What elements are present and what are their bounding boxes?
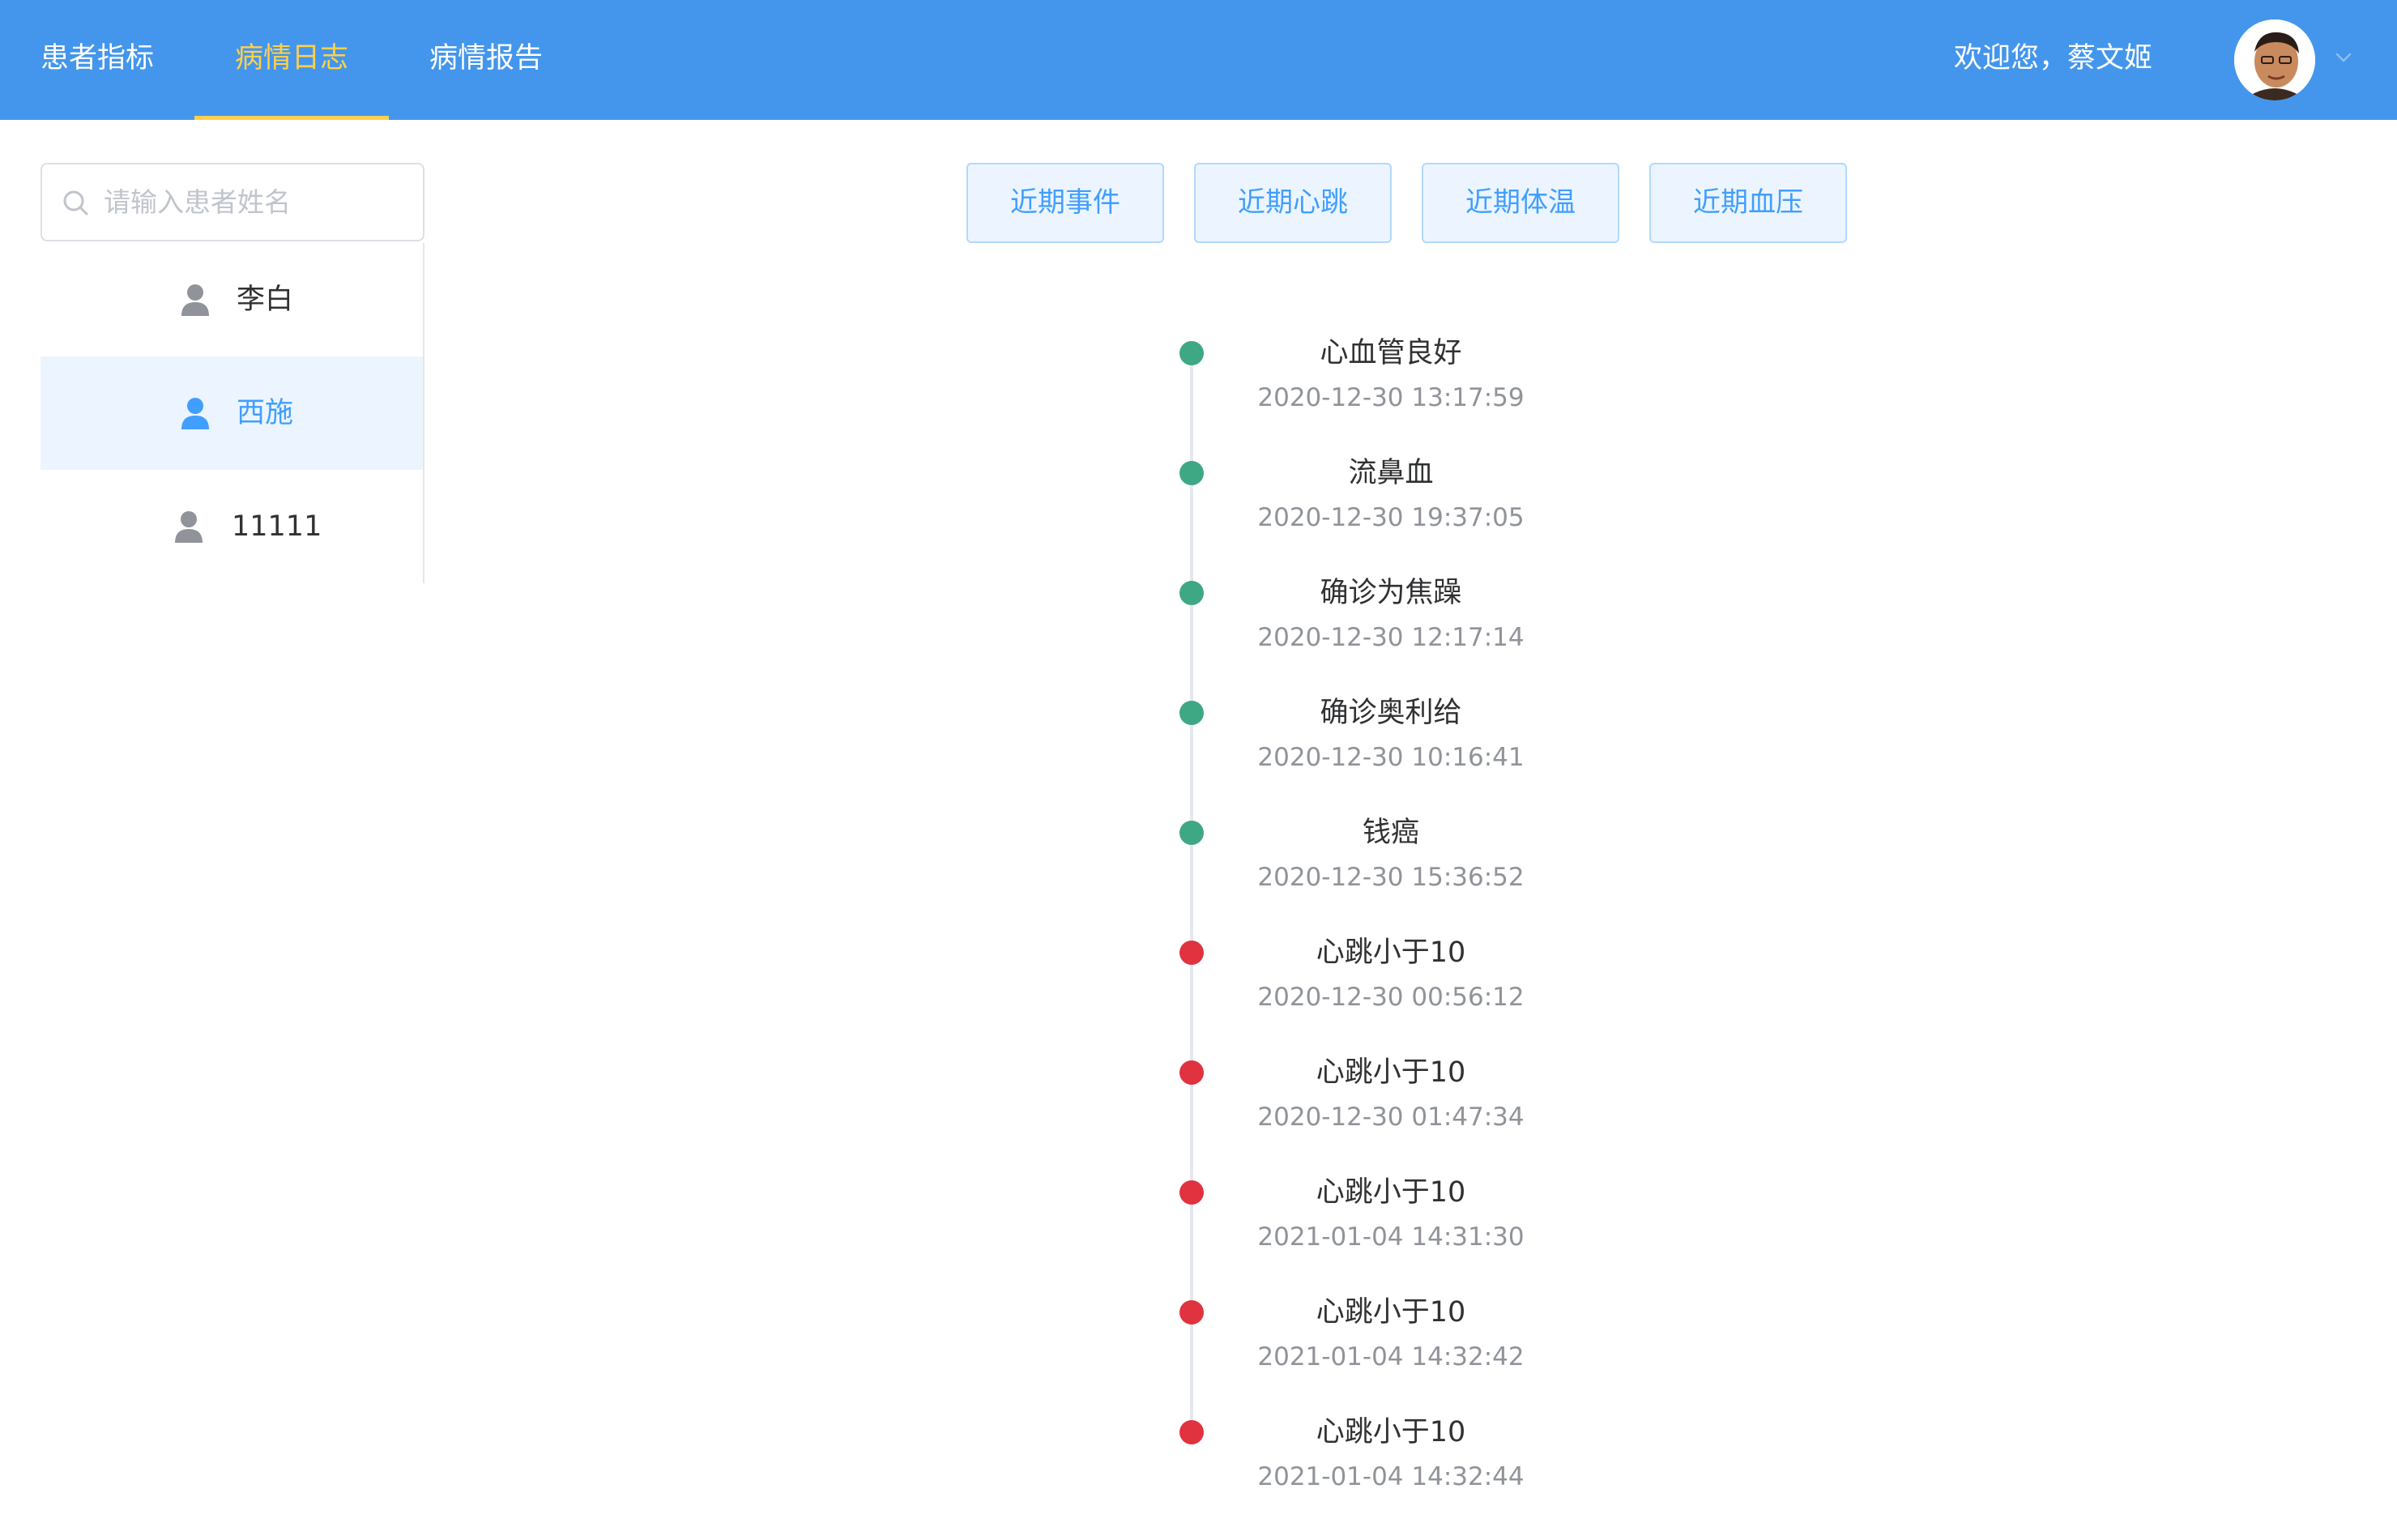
event-timestamp: 2020-12-30 01:47:34 xyxy=(1257,1103,1525,1132)
event-timestamp: 2021-01-04 14:31:30 xyxy=(1257,1222,1525,1252)
event-title: 流鼻血 xyxy=(1348,457,1434,489)
event-timestamp: 2020-12-30 13:17:59 xyxy=(1257,383,1525,412)
alert-dot-icon xyxy=(1179,1300,1204,1325)
patient-item-libai[interactable]: 李白 xyxy=(41,243,423,356)
chevron-down-icon[interactable] xyxy=(2333,47,2354,68)
event-timestamp: 2020-12-30 12:17:14 xyxy=(1257,623,1525,652)
event-timestamp: 2020-12-30 00:56:12 xyxy=(1257,983,1525,1012)
timeline-item: 心跳小于10 2020-12-30 00:56:12 xyxy=(0,936,2397,1060)
recent-events-button[interactable]: 近期事件 xyxy=(966,163,1164,243)
event-title: 心跳小于10 xyxy=(1316,1416,1466,1448)
nav-item-label: 病情日志 xyxy=(234,42,348,75)
event-timestamp: 2021-01-04 14:32:44 xyxy=(1257,1462,1525,1491)
top-navbar: 患者指标 病情日志 病情报告 欢迎您，蔡文姬 xyxy=(0,0,2397,120)
user-avatar[interactable] xyxy=(2234,19,2315,100)
alert-dot-icon xyxy=(1179,941,1204,965)
timeline-item: 心跳小于10 2021-01-04 14:31:30 xyxy=(0,1176,2397,1300)
patient-name: 李白 xyxy=(237,284,294,316)
recent-blood-pressure-button[interactable]: 近期血压 xyxy=(1649,163,1847,243)
timeline-item: 流鼻血 2020-12-30 19:37:05 xyxy=(0,457,2397,581)
normal-dot-icon xyxy=(1179,701,1204,725)
search-input[interactable] xyxy=(104,164,412,240)
search-icon xyxy=(63,190,88,215)
event-title: 心跳小于10 xyxy=(1316,1296,1466,1329)
alert-dot-icon xyxy=(1179,1060,1204,1085)
event-timestamp: 2020-12-30 15:36:52 xyxy=(1257,863,1525,892)
nav-item-label: 病情报告 xyxy=(429,42,543,75)
event-title: 心血管良好 xyxy=(1320,337,1462,369)
timeline-item: 心跳小于10 2020-12-30 01:47:34 xyxy=(0,1056,2397,1180)
event-timestamp: 2020-12-30 10:16:41 xyxy=(1257,743,1525,772)
user-icon xyxy=(181,284,209,316)
event-timestamp: 2021-01-04 14:32:42 xyxy=(1257,1342,1525,1371)
welcome-text: 欢迎您，蔡文姬 xyxy=(1954,42,2153,75)
timeline-item: 确诊奥利给 2020-12-30 10:16:41 xyxy=(0,697,2397,821)
event-title: 心跳小于10 xyxy=(1316,1056,1466,1089)
event-title: 钱癌 xyxy=(1362,817,1419,849)
event-title: 确诊为焦躁 xyxy=(1320,577,1462,609)
nav-item-condition-report[interactable]: 病情报告 xyxy=(389,0,583,120)
event-timestamp: 2020-12-30 19:37:05 xyxy=(1257,503,1525,532)
normal-dot-icon xyxy=(1179,821,1204,845)
event-title: 心跳小于10 xyxy=(1316,936,1466,969)
normal-dot-icon xyxy=(1179,341,1204,365)
avatar-photo xyxy=(2234,19,2315,100)
timeline-item: 确诊为焦躁 2020-12-30 12:17:14 xyxy=(0,577,2397,701)
event-title: 确诊奥利给 xyxy=(1320,697,1462,729)
normal-dot-icon xyxy=(1179,581,1204,605)
timeline-item: 心血管良好 2020-12-30 13:17:59 xyxy=(0,337,2397,461)
nav-item-condition-log[interactable]: 病情日志 xyxy=(194,0,389,120)
timeline-item: 心跳小于10 2021-01-04 14:32:44 xyxy=(0,1416,2397,1540)
alert-dot-icon xyxy=(1179,1180,1204,1205)
patient-search[interactable] xyxy=(41,163,424,241)
timeline-item: 钱癌 2020-12-30 15:36:52 xyxy=(0,817,2397,941)
active-nav-underline xyxy=(194,116,389,120)
nav-item-patient-indicators[interactable]: 患者指标 xyxy=(0,0,194,120)
alert-dot-icon xyxy=(1179,1420,1204,1444)
event-title: 心跳小于10 xyxy=(1316,1176,1466,1209)
timeline-item: 心跳小于10 2021-01-04 14:32:42 xyxy=(0,1296,2397,1420)
recent-heartbeat-button[interactable]: 近期心跳 xyxy=(1194,163,1392,243)
normal-dot-icon xyxy=(1179,461,1204,485)
recent-temperature-button[interactable]: 近期体温 xyxy=(1422,163,1619,243)
nav-item-label: 患者指标 xyxy=(40,42,154,75)
